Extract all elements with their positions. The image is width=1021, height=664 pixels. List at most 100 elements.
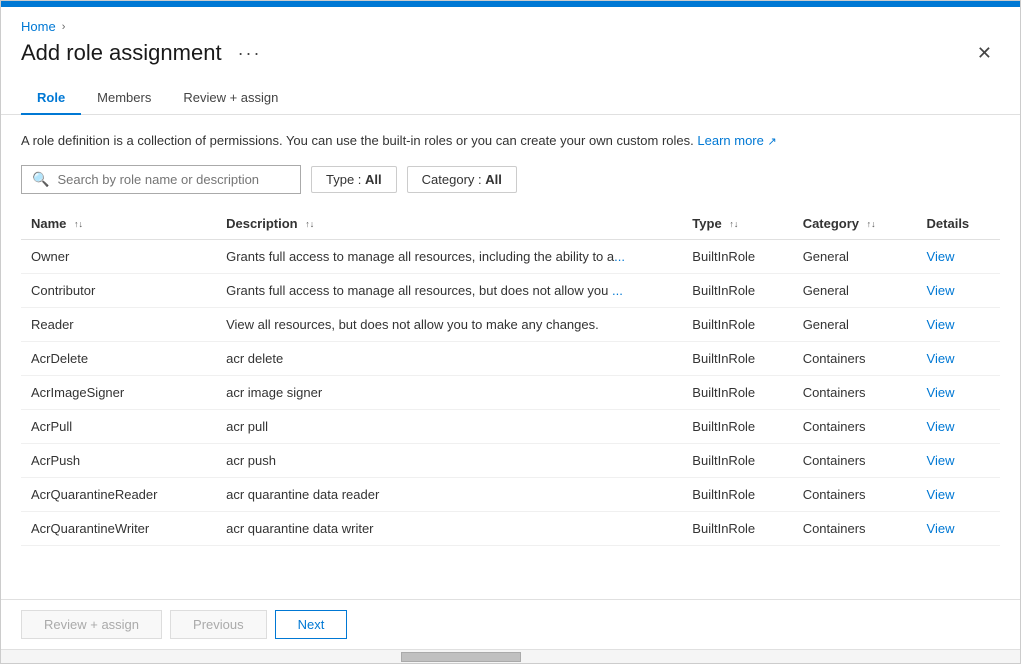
view-link[interactable]: View: [927, 249, 955, 264]
col-header-description[interactable]: Description ↑↓: [216, 208, 682, 240]
footer: Review + assign Previous Next: [1, 599, 1020, 649]
horizontal-scrollbar[interactable]: [1, 649, 1020, 663]
cell-category: Containers: [793, 511, 917, 545]
view-link[interactable]: View: [927, 487, 955, 502]
table-row[interactable]: AcrPushacr pushBuiltInRoleContainers View: [21, 443, 1000, 477]
cell-details: View: [917, 375, 1000, 409]
learn-more-link[interactable]: Learn more ↗: [697, 133, 776, 148]
cell-details: View: [917, 341, 1000, 375]
cell-category: Containers: [793, 375, 917, 409]
cell-details: View: [917, 443, 1000, 477]
view-link[interactable]: View: [927, 351, 955, 366]
cell-description: Grants full access to manage all resourc…: [216, 273, 682, 307]
cell-category: General: [793, 307, 917, 341]
cell-type: BuiltInRole: [682, 341, 792, 375]
breadcrumb-home[interactable]: Home: [21, 19, 56, 34]
cell-description: acr push: [216, 443, 682, 477]
cell-category: Containers: [793, 409, 917, 443]
previous-button[interactable]: Previous: [170, 610, 267, 639]
cell-type: BuiltInRole: [682, 273, 792, 307]
cell-description: acr quarantine data writer: [216, 511, 682, 545]
cell-name: AcrDelete: [21, 341, 216, 375]
sort-icon-description: ↑↓: [305, 219, 314, 229]
col-header-name[interactable]: Name ↑↓: [21, 208, 216, 240]
col-header-category[interactable]: Category ↑↓: [793, 208, 917, 240]
table-row[interactable]: ReaderView all resources, but does not a…: [21, 307, 1000, 341]
cell-details: View: [917, 307, 1000, 341]
tab-role[interactable]: Role: [21, 82, 81, 115]
cell-type: BuiltInRole: [682, 443, 792, 477]
cell-category: Containers: [793, 341, 917, 375]
cell-name: Reader: [21, 307, 216, 341]
review-assign-button[interactable]: Review + assign: [21, 610, 162, 639]
search-input[interactable]: [57, 172, 290, 187]
cell-description: View all resources, but does not allow y…: [216, 307, 682, 341]
view-link[interactable]: View: [927, 317, 955, 332]
cell-type: BuiltInRole: [682, 511, 792, 545]
view-link[interactable]: View: [927, 521, 955, 536]
description-text: A role definition is a collection of per…: [21, 131, 1000, 151]
roles-table: Name ↑↓ Description ↑↓ Type ↑↓ Categor: [21, 208, 1000, 546]
cell-details: View: [917, 477, 1000, 511]
cell-type: BuiltInRole: [682, 307, 792, 341]
cell-name: AcrPull: [21, 409, 216, 443]
cell-name: AcrQuarantineWriter: [21, 511, 216, 545]
view-link[interactable]: View: [927, 283, 955, 298]
tab-review-assign[interactable]: Review + assign: [167, 82, 294, 115]
cell-name: AcrQuarantineReader: [21, 477, 216, 511]
cell-description: Grants full access to manage all resourc…: [216, 239, 682, 273]
cell-category: General: [793, 273, 917, 307]
table-row[interactable]: AcrQuarantineWriteracr quarantine data w…: [21, 511, 1000, 545]
search-icon: 🔍: [32, 171, 49, 188]
cell-details: View: [917, 273, 1000, 307]
tab-members[interactable]: Members: [81, 82, 167, 115]
category-filter-button[interactable]: Category : All: [407, 166, 517, 193]
next-button[interactable]: Next: [275, 610, 348, 639]
cell-details: View: [917, 239, 1000, 273]
cell-type: BuiltInRole: [682, 375, 792, 409]
cell-type: BuiltInRole: [682, 477, 792, 511]
table-row[interactable]: OwnerGrants full access to manage all re…: [21, 239, 1000, 273]
cell-description: acr image signer: [216, 375, 682, 409]
cell-description: acr quarantine data reader: [216, 477, 682, 511]
table-row[interactable]: ContributorGrants full access to manage …: [21, 273, 1000, 307]
cell-name: Owner: [21, 239, 216, 273]
tabs-bar: Role Members Review + assign: [1, 66, 1020, 115]
cell-category: General: [793, 239, 917, 273]
cell-category: Containers: [793, 443, 917, 477]
table-row[interactable]: AcrPullacr pullBuiltInRoleContainers View: [21, 409, 1000, 443]
sort-icon-type: ↑↓: [729, 219, 738, 229]
horizontal-scrollbar-thumb[interactable]: [401, 652, 521, 662]
sort-icon-category: ↑↓: [867, 219, 876, 229]
close-button[interactable]: ✕: [969, 41, 1000, 66]
sort-icon-name: ↑↓: [74, 219, 83, 229]
table-row[interactable]: AcrImageSigneracr image signerBuiltInRol…: [21, 375, 1000, 409]
view-link[interactable]: View: [927, 385, 955, 400]
table-row[interactable]: AcrDeleteacr deleteBuiltInRoleContainers…: [21, 341, 1000, 375]
filters-row: 🔍 Type : All Category : All: [21, 165, 1000, 194]
cell-type: BuiltInRole: [682, 239, 792, 273]
cell-details: View: [917, 511, 1000, 545]
cell-name: Contributor: [21, 273, 216, 307]
cell-description: acr delete: [216, 341, 682, 375]
type-filter-button[interactable]: Type : All: [311, 166, 397, 193]
table-header-row: Name ↑↓ Description ↑↓ Type ↑↓ Categor: [21, 208, 1000, 240]
cell-type: BuiltInRole: [682, 409, 792, 443]
table-row[interactable]: AcrQuarantineReaderacr quarantine data r…: [21, 477, 1000, 511]
search-box[interactable]: 🔍: [21, 165, 301, 194]
view-link[interactable]: View: [927, 419, 955, 434]
col-header-type[interactable]: Type ↑↓: [682, 208, 792, 240]
cell-name: AcrPush: [21, 443, 216, 477]
page-title: Add role assignment: [21, 40, 222, 66]
view-link[interactable]: View: [927, 453, 955, 468]
content-area: A role definition is a collection of per…: [1, 115, 1020, 599]
header: Home › Add role assignment ··· ✕: [1, 7, 1020, 66]
cell-details: View: [917, 409, 1000, 443]
roles-table-wrap: Name ↑↓ Description ↑↓ Type ↑↓ Categor: [21, 208, 1000, 584]
col-header-details: Details: [917, 208, 1000, 240]
cell-description: acr pull: [216, 409, 682, 443]
breadcrumb: Home ›: [21, 19, 1000, 34]
ellipsis-button[interactable]: ···: [232, 41, 268, 66]
cell-name: AcrImageSigner: [21, 375, 216, 409]
main-window: Home › Add role assignment ··· ✕ Role Me…: [0, 0, 1021, 664]
